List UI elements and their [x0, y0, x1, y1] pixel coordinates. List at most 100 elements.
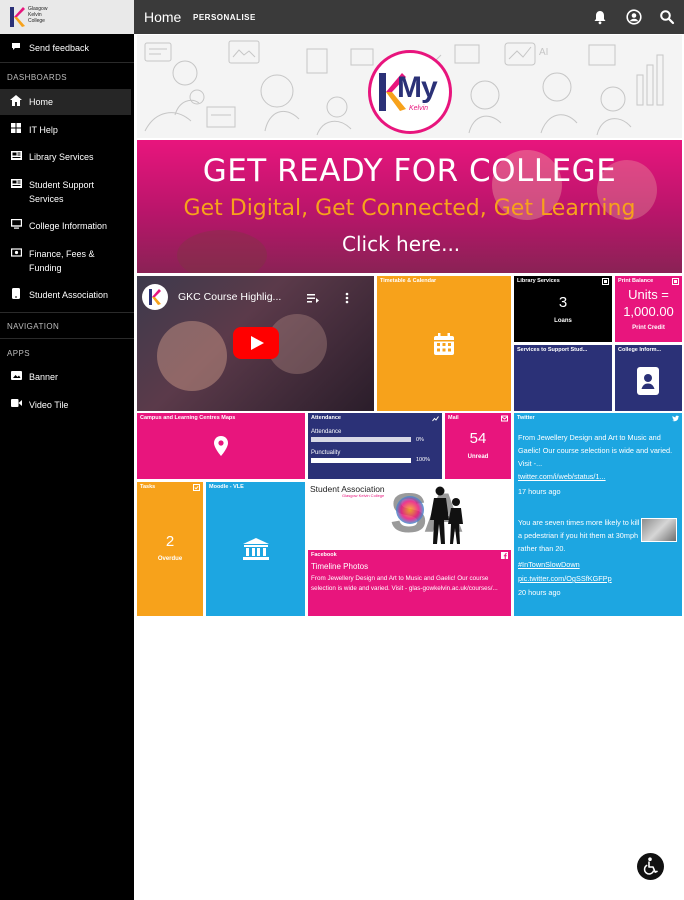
bell-icon[interactable] — [592, 9, 608, 25]
student-association-subtitle: Glasgow Kelvin College — [342, 493, 385, 498]
moodle-vle-tile[interactable]: Moodle - VLE — [206, 482, 305, 616]
sidebar-item-college-information[interactable]: College Information — [0, 219, 134, 233]
sa-paint-splash — [396, 496, 424, 524]
accessibility-button[interactable] — [637, 853, 664, 880]
tile-title: Moodle - VLE — [209, 484, 244, 490]
mail-tile[interactable]: Mail 54 Unread — [445, 413, 511, 479]
facebook-heading: Timeline Photos — [311, 562, 369, 571]
facebook-tile[interactable]: Facebook Timeline Photos From Jewellery … — [308, 550, 511, 616]
tweet-1-link[interactable]: twitter.com/i/web/status/1... — [518, 470, 678, 483]
channel-avatar[interactable] — [142, 284, 168, 310]
account-circle-icon[interactable] — [626, 9, 642, 25]
banner-click-here: Click here... — [342, 232, 461, 256]
college-information-tile[interactable]: College Inform... — [615, 345, 682, 411]
news-icon — [10, 150, 22, 160]
tweet-2-time: 20 hours ago — [518, 588, 561, 597]
mail-unread-count: 54 — [469, 430, 487, 447]
punctuality-progress-fill — [311, 458, 411, 463]
tweet-image-thumbnail[interactable] — [641, 518, 677, 542]
punctuality-label: Punctuality — [311, 450, 341, 456]
tile-title: College Inform... — [618, 347, 662, 353]
sidebar-item-library-services[interactable]: Library Services — [0, 150, 134, 164]
send-feedback-link[interactable]: Send feedback — [0, 41, 134, 55]
tile-corner-icon — [602, 278, 609, 285]
money-icon — [10, 247, 22, 257]
sidebar-item-finance-fees-funding[interactable]: Finance, Fees & Funding — [0, 247, 134, 275]
search-icon[interactable] — [659, 9, 675, 25]
sidebar-item-it-help[interactable]: IT Help — [0, 123, 134, 137]
tile-title: Attendance — [311, 415, 341, 421]
tweet-2-text: You are seven times more likely to kill … — [518, 518, 640, 553]
timetable-calendar-tile[interactable]: Timetable & Calendar — [377, 276, 511, 411]
university-building-icon — [242, 538, 269, 560]
tasks-tile[interactable]: Tasks 2 Overdue — [137, 482, 203, 616]
campus-maps-tile[interactable]: Campus and Learning Centres Maps — [137, 413, 305, 479]
punctuality-progress — [311, 458, 411, 463]
channel-logo-icon — [149, 289, 161, 305]
trend-chart-icon — [432, 416, 439, 422]
chat-bubble-icon — [10, 41, 22, 51]
sidebar-item-video-tile[interactable]: Video Tile — [0, 398, 134, 412]
dashboards-heading: DASHBOARDS — [7, 73, 68, 82]
video-title[interactable]: GKC Course Highlig... — [178, 291, 281, 303]
video-tile[interactable]: GKC Course Highlig... — [137, 276, 374, 411]
attendance-tile[interactable]: Attendance Attendance 0% Punctuality 100… — [308, 413, 442, 479]
tile-title: Facebook — [311, 552, 337, 558]
hero-banner[interactable]: AI My Kelvin — [137, 35, 682, 138]
students-silhouette-icon — [430, 486, 463, 544]
page-title: Home — [144, 9, 182, 25]
library-services-tile[interactable]: Library Services 3 Loans — [514, 276, 612, 342]
facebook-post-text: From Jewellery Design and Art to Music a… — [311, 575, 498, 592]
print-credit-caption: Print Credit — [632, 325, 665, 331]
get-ready-banner[interactable]: GET READY FOR COLLEGE Get Digital, Get C… — [137, 140, 682, 273]
mail-unread-caption: Unread — [467, 454, 489, 460]
banner-subheading: Get Digital, Get Connected, Get Learning — [183, 196, 636, 221]
sidebar-item-banner[interactable]: Banner — [0, 370, 134, 384]
print-units-value: Units = 1,000.00 — [623, 287, 674, 319]
playlist-icon[interactable] — [307, 293, 319, 303]
windows-icon — [10, 123, 22, 133]
personalise-button[interactable]: PERSONALISE — [193, 13, 256, 22]
apps-heading: APPS — [7, 349, 30, 358]
tile-title: Timetable & Calendar — [380, 278, 437, 284]
attendance-progress — [311, 437, 411, 442]
more-options-icon[interactable] — [345, 292, 349, 304]
calendar-icon — [434, 332, 454, 355]
divider — [0, 312, 134, 313]
sidebar-item-student-support-services[interactable]: Student Support Services — [0, 178, 134, 206]
tile-corner-icon — [672, 278, 679, 285]
logo-kelvin-text: Kelvin — [409, 105, 429, 112]
divider — [0, 62, 134, 63]
tile-title: Tasks — [140, 484, 156, 490]
punctuality-value: 100% — [416, 457, 431, 463]
tweet-1-time: 17 hours ago — [518, 487, 561, 496]
twitter-tile[interactable]: Twitter From Jewellery Design and Art to… — [514, 413, 682, 616]
tasks-corner-icon — [193, 484, 200, 491]
college-logo[interactable]: Glasgow Kelvin College — [0, 0, 134, 34]
facebook-icon — [501, 552, 508, 559]
wheelchair-icon — [643, 857, 658, 875]
tile-title: Print Balance — [618, 278, 654, 284]
services-support-tile[interactable]: Services to Support Stud... — [514, 345, 612, 411]
college-logo-mark-icon — [10, 7, 25, 27]
sidebar-item-home[interactable]: Home — [0, 94, 134, 109]
tweet-2-link[interactable]: pic.twitter.com/OgSSfKGFPp — [518, 572, 678, 585]
play-button-icon[interactable] — [233, 327, 279, 359]
print-balance-tile[interactable]: Print Balance Units = 1,000.00 Print Cre… — [615, 276, 682, 342]
tweet-2-hashtag[interactable]: #InTownSlowDown — [518, 558, 678, 571]
twitter-bird-icon — [672, 415, 679, 422]
student-association-tile[interactable]: Student Association Glasgow Kelvin Colle… — [308, 482, 511, 548]
banner-face-shape — [177, 230, 267, 273]
college-name: Glasgow Kelvin College — [28, 6, 48, 24]
video-icon — [10, 398, 22, 408]
tasks-overdue-caption: Overdue — [157, 556, 183, 562]
map-pin-icon — [214, 436, 228, 456]
tile-title: Services to Support Stud... — [517, 347, 588, 353]
banner-heading: GET READY FOR COLLEGE — [202, 153, 617, 189]
svg-text:AI: AI — [539, 47, 548, 58]
home-icon — [10, 94, 22, 106]
top-bar: Home PERSONALISE — [134, 0, 684, 34]
tweet-1-text: From Jewellery Design and Art to Music a… — [518, 433, 673, 468]
kelvin-logo-circle: My Kelvin — [368, 50, 452, 134]
sidebar-item-student-association[interactable]: Student Association — [0, 287, 134, 302]
